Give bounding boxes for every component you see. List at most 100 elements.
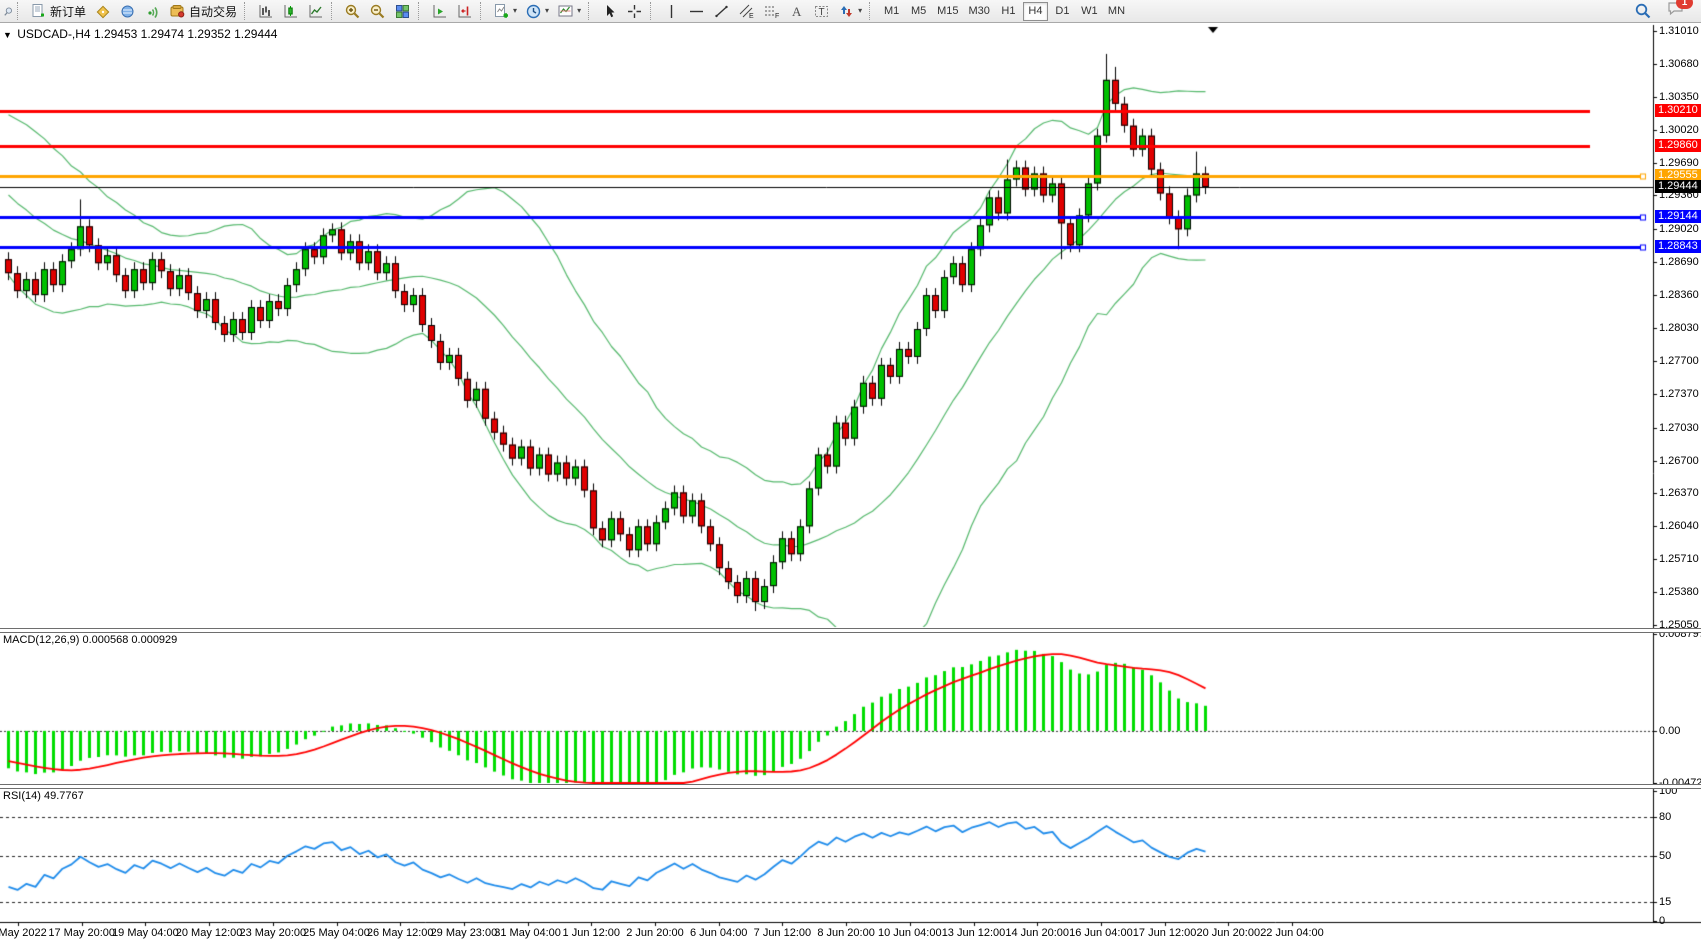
panel-separator-rsi[interactable] [0, 784, 1701, 789]
candlestick-chart-button[interactable] [278, 1, 303, 21]
new-order-button[interactable]: 新订单 [26, 1, 90, 21]
macd-label: MACD(12,26,9) 0.000568 0.000929 [3, 634, 177, 646]
timeframe-group: M1M5M15M30H1H4D1W1MN [878, 1, 1130, 21]
toolbar: 新订单 自动交易 [0, 0, 1701, 23]
gold-tag-icon [94, 3, 111, 20]
line-chart-button[interactable] [303, 1, 328, 21]
chart-magnifier-icon[interactable] [2, 1, 14, 21]
channel-icon: E [738, 3, 755, 20]
rsi-axis-label: 80 [1659, 811, 1701, 823]
timeframe-mn[interactable]: MN [1104, 2, 1129, 21]
signals-button[interactable] [140, 1, 165, 21]
search-button[interactable] [1630, 1, 1656, 21]
arrows-button[interactable]: ▾ [834, 1, 866, 21]
chat-button[interactable]: 1 [1666, 0, 1685, 22]
price-tick-label: 1.28360 [1659, 289, 1701, 301]
separator [17, 2, 23, 20]
horizontal-line-icon [688, 3, 705, 20]
horizontal-line-button[interactable] [684, 1, 709, 21]
chart-canvas[interactable] [0, 0, 1701, 944]
price-tick-label: 1.25380 [1659, 586, 1701, 598]
rsi-axis-label: 0 [1659, 915, 1701, 927]
price-tick-label: 1.27700 [1659, 355, 1701, 367]
autotrading-button[interactable]: 自动交易 [165, 1, 241, 21]
panel-separator-macd[interactable] [0, 628, 1701, 633]
mt4-window: 新订单 自动交易 [0, 0, 1701, 944]
indicators-button[interactable]: ▾ [489, 1, 521, 21]
separator [650, 2, 656, 20]
time-axis-label: 22 Jun 04:00 [1247, 927, 1337, 939]
chart-shift-button[interactable] [452, 1, 477, 21]
price-level-tag: 1.28843 [1655, 240, 1701, 253]
arrows-icon [838, 3, 855, 20]
vertical-line-button[interactable] [659, 1, 684, 21]
price-tick-label: 1.30680 [1659, 58, 1701, 70]
timeframe-m30[interactable]: M30 [965, 2, 994, 21]
fibonacci-button[interactable]: F [759, 1, 784, 21]
tile-windows-icon [394, 3, 411, 20]
new-order-label: 新订单 [50, 3, 86, 20]
timeframe-h1[interactable]: H1 [996, 2, 1021, 21]
rsi-axis-label: 15 [1659, 896, 1701, 908]
quotes-button[interactable] [90, 1, 115, 21]
svg-text:E: E [749, 13, 754, 20]
dropdown-caret: ▾ [577, 1, 581, 21]
price-tick-label: 1.28030 [1659, 322, 1701, 334]
svg-text:T: T [819, 7, 825, 18]
equidistant-channel-button[interactable]: E [734, 1, 759, 21]
price-tick-label: 1.26040 [1659, 520, 1701, 532]
price-level-tag: 1.30210 [1655, 104, 1701, 117]
price-tick-label: 1.29690 [1659, 157, 1701, 169]
timeframe-m15[interactable]: M15 [933, 2, 962, 21]
search-icon [1634, 2, 1652, 20]
text-label-button[interactable]: T [809, 1, 834, 21]
fibonacci-icon: F [763, 3, 780, 20]
dropdown-caret: ▾ [513, 1, 517, 21]
cursor-icon [601, 3, 618, 20]
separator [418, 2, 424, 20]
tile-windows-button[interactable] [390, 1, 415, 21]
blue-globe-icon [119, 3, 136, 20]
template-icon [557, 3, 574, 20]
text-icon: A [788, 3, 805, 20]
timeframe-w1[interactable]: W1 [1077, 2, 1102, 21]
separator [244, 2, 250, 20]
signal-waves-icon [144, 3, 161, 20]
svg-text:F: F [775, 13, 779, 20]
magnifier-icon [3, 3, 13, 20]
timeframe-m5[interactable]: M5 [906, 2, 931, 21]
bar-chart-button[interactable] [253, 1, 278, 21]
zoom-out-icon [369, 3, 386, 20]
separator [869, 2, 875, 20]
clock-icon [525, 3, 542, 20]
trendline-button[interactable] [709, 1, 734, 21]
auto-scroll-button[interactable] [427, 1, 452, 21]
price-tick-label: 1.26700 [1659, 455, 1701, 467]
zoom-out-button[interactable] [365, 1, 390, 21]
trendline-icon [713, 3, 730, 20]
market-depth-button[interactable] [115, 1, 140, 21]
chart-dropdown-icon[interactable]: ▼ [3, 30, 12, 40]
ohlc-values: 1.29453 1.29474 1.29352 1.29444 [94, 27, 278, 41]
price-tick-label: 1.27030 [1659, 422, 1701, 434]
svg-text:A: A [792, 4, 802, 19]
cursor-button[interactable] [597, 1, 622, 21]
price-level-tag: 1.29444 [1655, 180, 1701, 193]
price-tick-label: 1.27370 [1659, 388, 1701, 400]
separator [331, 2, 337, 20]
crosshair-button[interactable] [622, 1, 647, 21]
zoom-in-button[interactable] [340, 1, 365, 21]
periods-button[interactable]: ▾ [521, 1, 553, 21]
crosshair-icon [626, 3, 643, 20]
chart-title: ▼ USDCAD-,H4 1.29453 1.29474 1.29352 1.2… [3, 27, 277, 41]
timeframe-m1[interactable]: M1 [879, 2, 904, 21]
timeframe-d1[interactable]: D1 [1050, 2, 1075, 21]
autotrading-label: 自动交易 [189, 3, 237, 20]
timeframe-h4[interactable]: H4 [1023, 2, 1048, 21]
indicators-add-icon [493, 3, 510, 20]
text-button[interactable]: A [784, 1, 809, 21]
rsi-axis-label: 50 [1659, 850, 1701, 862]
dropdown-caret: ▾ [545, 1, 549, 21]
price-tick-label: 1.30020 [1659, 124, 1701, 136]
templates-button[interactable]: ▾ [553, 1, 585, 21]
